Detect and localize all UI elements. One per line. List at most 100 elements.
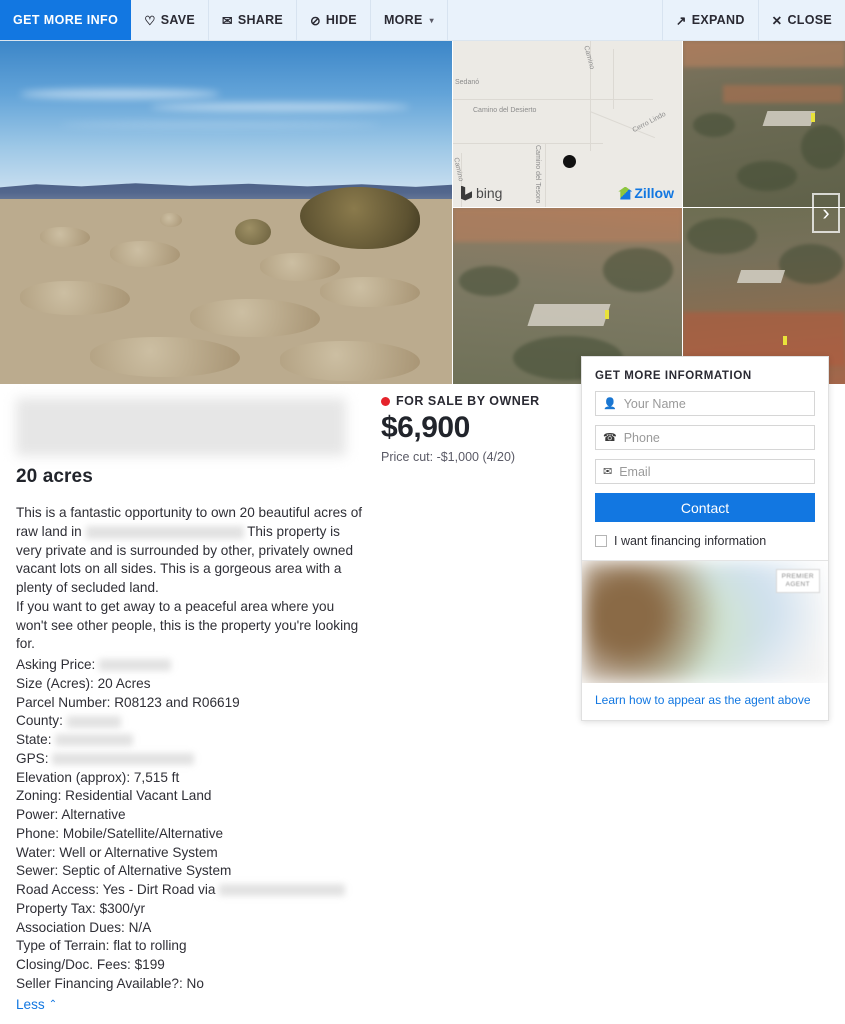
status-dot-icon	[381, 396, 390, 406]
scrub-brush	[260, 253, 340, 281]
fact-row: Zoning: Residential Vacant Land	[16, 787, 364, 806]
dirt-road	[723, 85, 843, 103]
fact-row: Asking Price:	[16, 656, 364, 675]
fact-row: Closing/Doc. Fees: $199	[16, 956, 364, 975]
close-x-icon: ✕	[771, 13, 783, 28]
fact-row: Property Tax: $300/yr	[16, 900, 364, 919]
fact-row: Water: Well or Alternative System	[16, 844, 364, 863]
fact-label: Water:	[16, 844, 56, 860]
chevron-down-icon: ▾	[429, 15, 434, 25]
map-thumbnail[interactable]: Sedanó Camino del Desierto Camino del Te…	[453, 41, 682, 207]
email-field[interactable]: ✉ Email	[595, 459, 815, 484]
less-toggle[interactable]: Less ⌃	[16, 996, 57, 1015]
yellow-marker	[605, 310, 609, 319]
hide-button[interactable]: ⊘ HIDE	[297, 0, 371, 40]
share-button[interactable]: ✉ SHARE	[209, 0, 298, 40]
fact-row: Association Dues: N/A	[16, 919, 364, 938]
fact-row: Sewer: Septic of Alternative System	[16, 862, 364, 881]
zillow-house-icon	[618, 186, 633, 200]
price-value: $6,900	[381, 411, 470, 444]
price-cut-note: Price cut: -$1,000 (4/20)	[381, 450, 516, 464]
fact-label: Road Access:	[16, 882, 100, 897]
toolbar-right-group: ↗ EXPAND ✕ CLOSE	[661, 0, 845, 40]
more-label: MORE	[383, 13, 423, 27]
fact-value: Alternative	[61, 807, 126, 822]
fact-row: Phone: Mobile/Satellite/Alternative	[16, 825, 364, 844]
learn-agent-link[interactable]: Learn how to appear as the agent above	[582, 683, 828, 720]
yellow-marker	[811, 113, 815, 122]
expand-label: EXPAND	[691, 13, 745, 27]
checkbox-icon[interactable]	[595, 535, 607, 547]
aerial-photo-1[interactable]	[683, 41, 845, 207]
fact-row: Parcel Number: R08123 and R06619	[16, 694, 364, 713]
fact-label: Parcel Number:	[16, 694, 111, 710]
premier-agent-card[interactable]: PREMIER AGENT	[582, 561, 828, 683]
more-menu-button[interactable]: MORE ▾	[371, 0, 448, 40]
premier-badge-line2: AGENT	[785, 581, 810, 589]
scrub-brush	[320, 277, 420, 307]
fact-label: Power:	[16, 807, 59, 822]
zillow-logo: Zillow	[618, 185, 674, 201]
map-street-label: Sedanó	[455, 79, 480, 86]
get-more-info-label: GET MORE INFO	[13, 13, 119, 27]
description-block: This is a fantastic opportunity to own 2…	[0, 504, 380, 1014]
address-redacted	[16, 398, 346, 456]
fact-value-redacted	[52, 753, 195, 766]
scrub-brush	[90, 337, 240, 377]
map-street-label: Camino del Tesoro	[534, 145, 541, 204]
price-column: FOR SALE BY OWNER $6,900 Price cut: -$1,…	[381, 394, 581, 464]
fact-row: State:	[16, 731, 364, 750]
map-road	[613, 49, 614, 109]
save-button[interactable]: ♡ SAVE	[131, 0, 210, 40]
description-paragraph-1: This is a fantastic opportunity to own 2…	[16, 504, 364, 598]
close-button[interactable]: ✕ CLOSE	[757, 0, 845, 40]
expand-icon: ↗	[675, 13, 687, 28]
building-pad	[762, 111, 816, 126]
fact-row: County:	[16, 712, 364, 731]
contact-submit-button[interactable]: Contact	[595, 493, 815, 522]
fact-value: $300/yr	[99, 900, 145, 916]
fact-value-redacted	[55, 734, 134, 747]
facts-list: Asking Price: Size (Acres): 20 Acres Par…	[16, 656, 364, 994]
fact-label: Seller Financing Available?:	[16, 975, 183, 991]
building-pad	[527, 304, 611, 326]
expand-button[interactable]: ↗ EXPAND	[661, 0, 758, 40]
fact-label: Zoning:	[16, 788, 62, 804]
financing-checkbox-row[interactable]: I want financing information	[582, 534, 828, 560]
chevron-up-icon: ⌃	[48, 998, 58, 1010]
media-gallery: Sedanó Camino del Desierto Camino del Te…	[0, 41, 845, 384]
next-photo-button[interactable]: ›	[812, 193, 840, 233]
envelope-icon: ✉	[603, 466, 613, 478]
contact-panel-title: GET MORE INFORMATION	[595, 370, 752, 382]
scrub-brush	[110, 241, 180, 267]
get-more-info-button[interactable]: GET MORE INFO	[0, 0, 132, 40]
status-badge: FOR SALE BY OWNER	[381, 394, 581, 408]
fact-label: Type of Terrain:	[16, 938, 110, 954]
share-envelope-icon: ✉	[222, 13, 233, 28]
fact-row: Elevation (approx): 7,515 ft	[16, 769, 364, 788]
dirt-area	[683, 41, 845, 67]
property-location-marker	[563, 155, 576, 168]
name-field[interactable]: 👤 Your Name	[595, 391, 815, 416]
less-label: Less	[16, 996, 45, 1012]
phone-field[interactable]: ☎ Phone	[595, 425, 815, 450]
fact-label: Elevation (approx):	[16, 769, 131, 785]
fact-label: Sewer:	[16, 863, 59, 879]
vegetation-patch	[693, 113, 735, 137]
fact-value: $199	[134, 957, 165, 972]
fact-row: Size (Acres): 20 Acres	[16, 675, 364, 694]
status-label: FOR SALE BY OWNER	[396, 394, 540, 408]
email-placeholder: Email	[619, 464, 651, 479]
main-property-photo[interactable]	[0, 41, 452, 384]
yellow-marker	[783, 336, 787, 345]
map-street-label: Camino del Desierto	[473, 107, 537, 114]
cloud-wisp	[150, 103, 410, 111]
phone-icon: ☎	[603, 432, 617, 444]
name-placeholder: Your Name	[623, 396, 686, 411]
fact-label: Phone:	[16, 825, 60, 841]
fact-row: Seller Financing Available?: No	[16, 975, 364, 994]
fact-value: R08123 and R06619	[114, 694, 240, 710]
zillow-label: Zillow	[634, 185, 674, 201]
fact-value: Residential Vacant Land	[65, 788, 212, 804]
save-label: SAVE	[160, 13, 196, 27]
